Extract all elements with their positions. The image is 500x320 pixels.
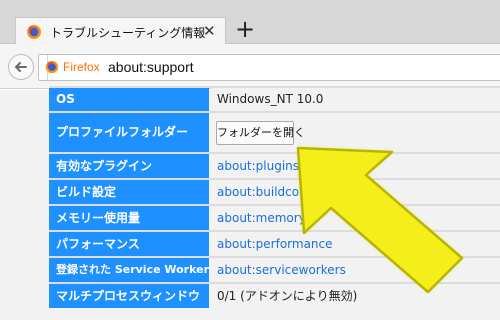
row-value: Windows_NT 10.0 bbox=[211, 88, 500, 111]
close-icon[interactable]: ✕ bbox=[203, 21, 216, 41]
plugins-link[interactable]: about:plugins bbox=[211, 154, 500, 178]
back-button[interactable] bbox=[8, 54, 34, 80]
row-key: パフォーマンス bbox=[49, 232, 209, 256]
identity-box[interactable]: Firefox bbox=[42, 55, 100, 80]
serviceworkers-link[interactable]: about:serviceworkers bbox=[211, 258, 500, 282]
table-row: マルチプロセスウィンドウ 0/1 (アドオンにより無効) bbox=[49, 284, 500, 308]
tab-troubleshooting[interactable]: トラブルシューティング情報 ✕ bbox=[15, 17, 226, 44]
back-arrow-icon bbox=[14, 62, 27, 72]
url-text[interactable]: about:support bbox=[108, 59, 194, 75]
memory-link[interactable]: about:memory bbox=[211, 206, 500, 230]
firefox-icon bbox=[45, 60, 59, 74]
identity-label: Firefox bbox=[63, 60, 100, 74]
row-key: 登録された Service Workers bbox=[49, 258, 216, 282]
row-key: 有効なプラグイン bbox=[49, 154, 209, 178]
buildconfig-link[interactable]: about:buildconfig bbox=[211, 180, 500, 204]
nav-bar: Firefox about:support bbox=[0, 44, 500, 89]
firefox-icon bbox=[27, 25, 41, 39]
row-key: メモリー使用量 bbox=[49, 206, 209, 230]
tab-strip: トラブルシューティング情報 ✕ + bbox=[0, 0, 500, 44]
row-key: ビルド設定 bbox=[49, 180, 209, 204]
table-row: ビルド設定 about:buildconfig bbox=[49, 180, 500, 204]
tab-title: トラブルシューティング情報 bbox=[50, 26, 206, 40]
table-row: パフォーマンス about:performance bbox=[49, 232, 500, 256]
row-key: マルチプロセスウィンドウ bbox=[49, 284, 209, 308]
row-key: プロファイルフォルダー bbox=[49, 113, 209, 152]
row-key: OS bbox=[49, 88, 209, 111]
open-folder-button[interactable]: フォルダーを開く bbox=[216, 121, 305, 145]
row-value: 0/1 (アドオンにより無効) bbox=[211, 284, 500, 308]
table-row: 有効なプラグイン about:plugins bbox=[49, 154, 500, 178]
performance-link[interactable]: about:performance bbox=[211, 232, 500, 256]
table-row: OS Windows_NT 10.0 bbox=[49, 88, 500, 111]
table-row: メモリー使用量 about:memory bbox=[49, 206, 500, 230]
page-content: OS Windows_NT 10.0 プロファイルフォルダー フォルダーを開く … bbox=[0, 86, 500, 320]
table-row: 登録された Service Workers about:serviceworke… bbox=[49, 258, 500, 282]
new-tab-button[interactable]: + bbox=[233, 17, 257, 42]
url-bar[interactable]: Firefox about:support bbox=[38, 54, 500, 81]
